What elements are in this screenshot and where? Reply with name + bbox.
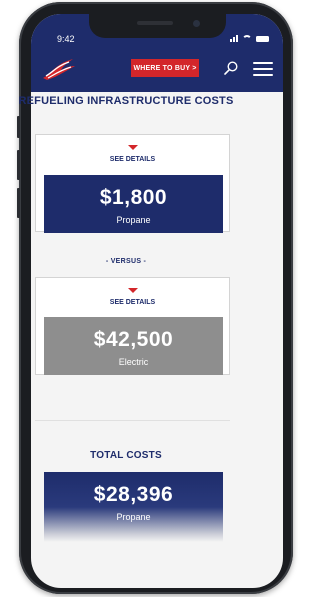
wifi-icon — [242, 35, 252, 42]
section-title: REFUELING INFRASTRUCTURE COSTS — [18, 95, 234, 107]
expand-caret-icon[interactable] — [128, 145, 138, 150]
versus-divider: - VERSUS - — [105, 258, 147, 265]
hamburger-menu-icon[interactable] — [253, 62, 273, 76]
phone-side-button — [17, 116, 20, 138]
propane-price-box: $1,800 Propane — [44, 175, 223, 233]
signal-icon — [230, 35, 238, 42]
flag-logo-icon[interactable] — [41, 56, 77, 82]
price-label: Electric — [118, 357, 149, 367]
total-price-box: $28,396 Propane — [44, 472, 223, 542]
phone-volume-down — [17, 188, 20, 218]
price-label: Propane — [116, 512, 151, 522]
search-icon[interactable] — [223, 60, 239, 76]
electric-price-box: $42,500 Electric — [44, 317, 223, 375]
phone-volume-up — [17, 150, 20, 180]
price-amount: $42,500 — [93, 328, 174, 351]
where-to-buy-button[interactable]: WHERE TO BUY > — [131, 59, 199, 77]
battery-icon — [256, 36, 269, 42]
section-divider — [35, 420, 230, 421]
expand-caret-icon[interactable] — [128, 288, 138, 293]
price-amount: $1,800 — [99, 186, 168, 209]
price-amount: $28,396 — [93, 483, 174, 506]
see-details-link[interactable]: SEE DETAILS — [36, 156, 229, 163]
see-details-link[interactable]: SEE DETAILS — [36, 299, 229, 306]
phone-notch — [89, 14, 226, 38]
status-icons — [230, 35, 269, 42]
total-costs-heading: TOTAL COSTS — [90, 450, 162, 461]
status-time: 9:42 — [57, 34, 75, 44]
price-label: Propane — [116, 215, 151, 225]
